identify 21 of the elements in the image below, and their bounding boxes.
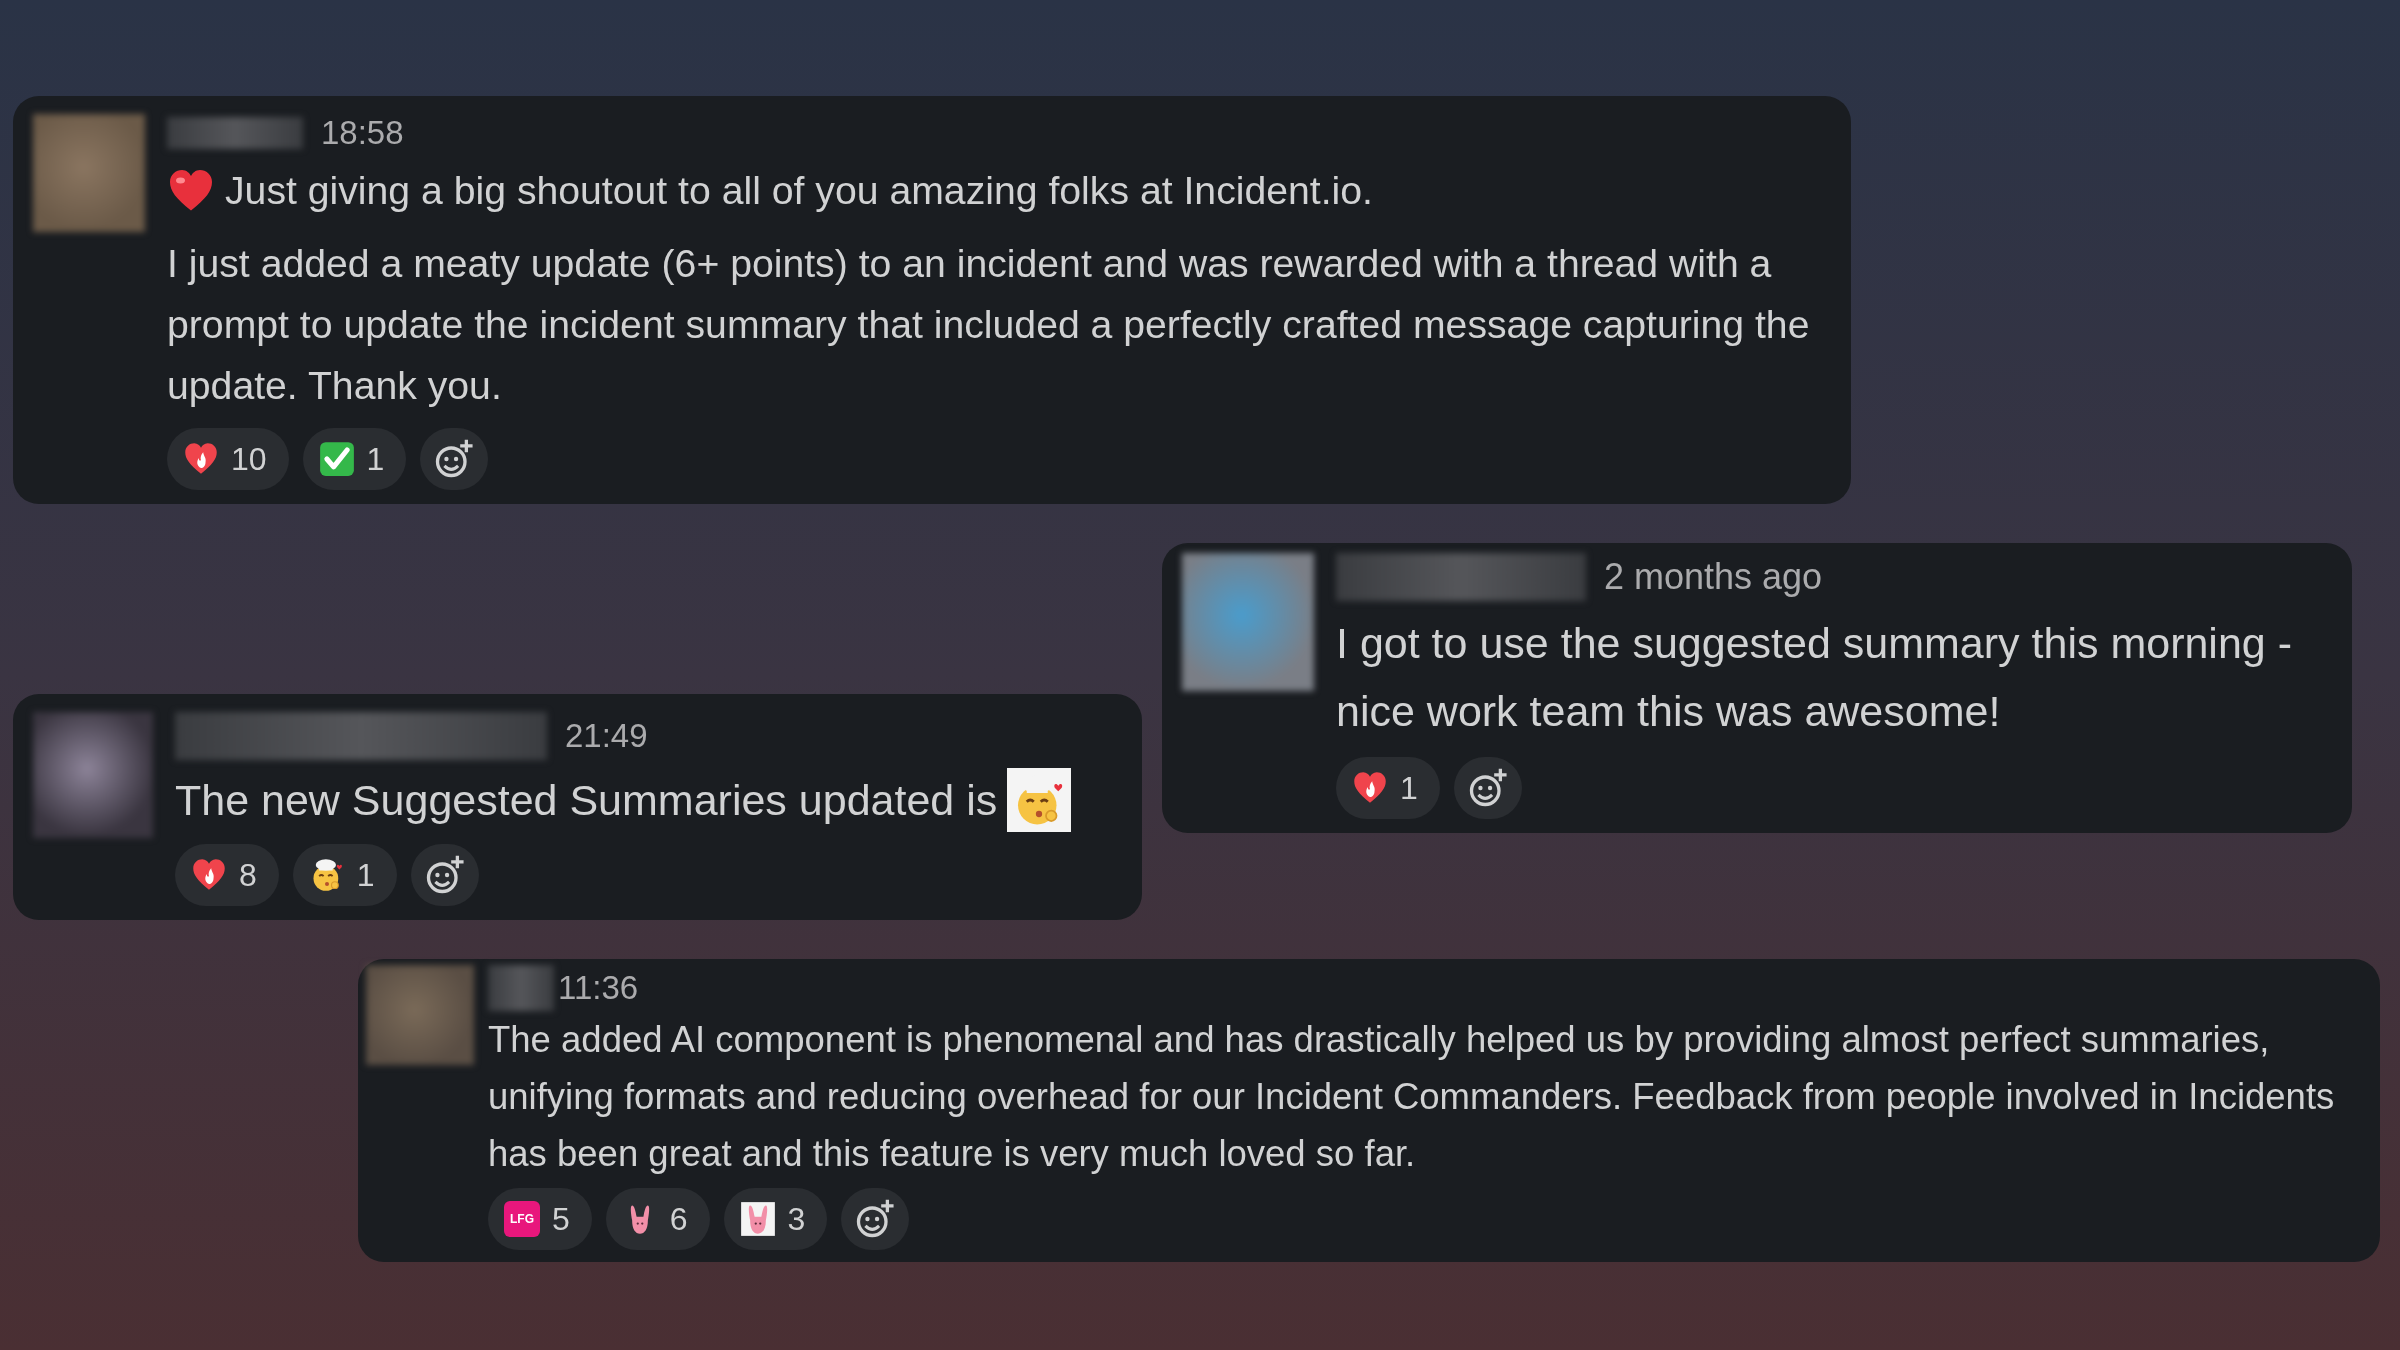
message-text: Just giving a big shoutout to all of you amazing folks at Incident.io. <box>225 168 1373 214</box>
timestamp: 11:36 <box>558 969 639 1007</box>
message-text: The added AI component is phenomenal and has drastically helped us by providing almost perfect summaries, unifying formats and reducing overhead for our Incident Commanders. Feedback from people involved in Incidents has been great and this feature is very much loved so far. <box>488 1018 2336 1176</box>
blurred-name <box>488 965 554 1011</box>
check-mark-icon <box>318 441 355 477</box>
timestamp: 2 months ago <box>1604 556 1823 598</box>
reaction-button[interactable]: 3 <box>723 1188 828 1250</box>
timestamp: 18:58 <box>321 114 404 152</box>
reaction-button[interactable]: 1 <box>292 844 397 906</box>
reaction-button[interactable]: 6 <box>605 1188 710 1250</box>
message-text: The new Suggested Summaries updated is <box>175 774 998 826</box>
reaction-button[interactable]: LFG 5 <box>488 1188 592 1250</box>
message-text: I got to use the suggested summary this morning - nice work team this was awesome! <box>1336 618 2293 737</box>
lfg-badge-icon: LFG <box>504 1201 540 1237</box>
framed-bunny-hand-icon <box>739 1201 776 1237</box>
reaction-button[interactable]: 10 <box>167 428 289 490</box>
reaction-button[interactable]: 1 <box>1336 757 1440 819</box>
reaction-button[interactable]: 8 <box>175 844 279 906</box>
timestamp: 21:49 <box>565 717 648 755</box>
reaction-button[interactable]: 1 <box>302 428 407 490</box>
message-text: I just added a meaty update (6+ points) to an incident and was rewarded with a thread with a prompt to update the incident summary that included a perfectly crafted message capturing the update. Thank you. <box>167 241 1811 409</box>
